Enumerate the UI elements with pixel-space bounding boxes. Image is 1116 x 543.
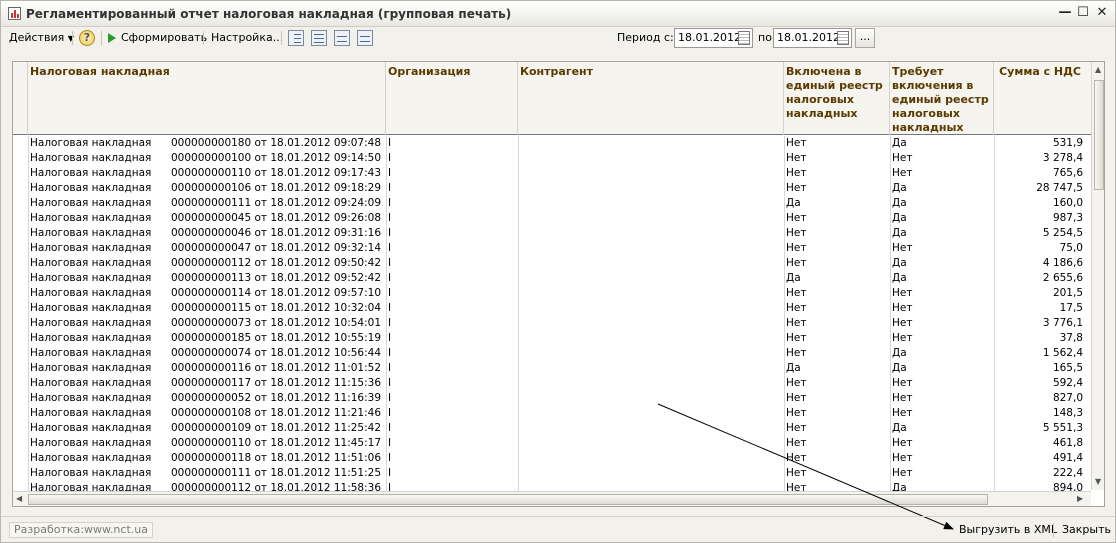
- close-button[interactable]: Закрыть: [1062, 523, 1111, 537]
- annotation-arrow: [657, 403, 954, 530]
- export-xml-button[interactable]: Выгрузить в XML: [959, 523, 1057, 537]
- report-window: Регламентированный отчет налоговая накла…: [0, 0, 1116, 543]
- developer-link[interactable]: Разработка:www.nct.ua: [9, 522, 153, 538]
- footer: Разработка:www.nct.ua Выгрузить в XML За…: [1, 516, 1115, 542]
